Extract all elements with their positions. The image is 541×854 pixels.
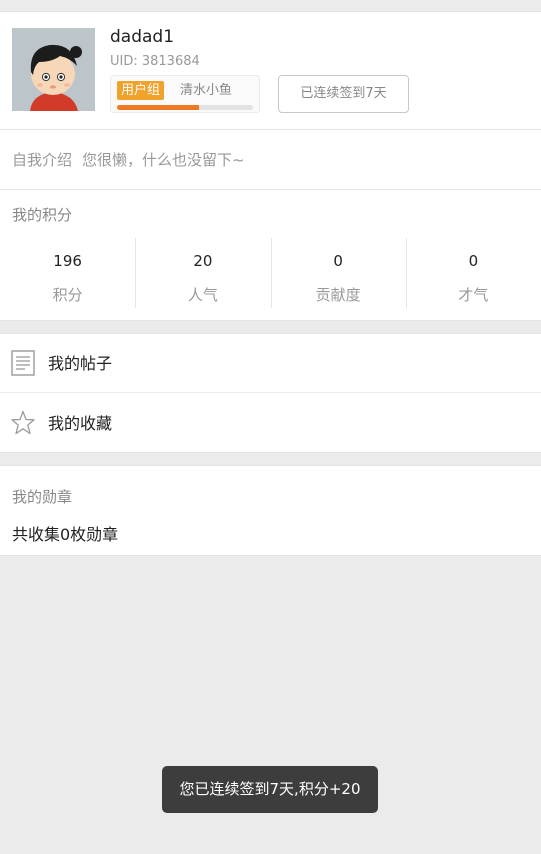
menu-card: 我的帖子 我的收藏 — [0, 333, 541, 453]
stat-label: 贡献度 — [315, 286, 361, 304]
points-title: 我的积分 — [12, 206, 73, 224]
user-uid: UID: 3813684 — [110, 54, 200, 69]
avatar[interactable] — [12, 28, 95, 111]
profile-card: dadad1 UID: 3813684 用户组 清水小鱼 已连续签到7天 — [0, 11, 541, 130]
stat-label: 人气 — [187, 286, 218, 304]
menu-item-label: 我的收藏 — [48, 414, 113, 433]
stat-value: 0 — [468, 252, 479, 270]
star-icon — [11, 410, 35, 436]
menu-item-my-favorites[interactable]: 我的收藏 — [0, 394, 541, 453]
stat-value: 196 — [53, 252, 82, 270]
user-group-progress — [117, 105, 253, 110]
user-group-box: 用户组 清水小鱼 — [110, 75, 260, 113]
medals-count: 共收集0枚勋章 — [12, 525, 119, 544]
stat-label: 积分 — [52, 286, 83, 304]
stat-points[interactable]: 196 积分 — [0, 238, 135, 308]
bio-label: 自我介绍 — [12, 151, 73, 169]
signin-button[interactable]: 已连续签到7天 — [278, 75, 409, 113]
menu-item-label: 我的帖子 — [48, 354, 113, 373]
medals-title: 我的勋章 — [12, 488, 73, 506]
user-group-progress-fill — [117, 105, 199, 110]
toast-message: 您已连续签到7天,积分+20 — [162, 766, 378, 813]
user-group-tag: 用户组 — [117, 81, 165, 100]
bio-text: 您很懒，什么也没留下~ — [82, 151, 245, 169]
stat-popularity[interactable]: 20 人气 — [135, 238, 270, 308]
stat-contribution[interactable]: 0 贡献度 — [270, 238, 406, 308]
document-icon — [11, 350, 35, 376]
menu-item-my-posts[interactable]: 我的帖子 — [0, 334, 541, 393]
stat-value: 0 — [333, 252, 343, 270]
points-section: 我的积分 196 积分 20 人气 0 贡献度 0 才气 — [0, 190, 541, 321]
points-stats: 196 积分 20 人气 0 贡献度 0 才气 — [0, 238, 541, 308]
profile-page: dadad1 UID: 3813684 用户组 清水小鱼 已连续签到7天 自我介… — [0, 0, 541, 854]
user-group-name: 清水小鱼 — [180, 83, 233, 98]
medals-card[interactable]: 我的勋章 共收集0枚勋章 — [0, 465, 541, 556]
stat-label: 才气 — [458, 286, 489, 304]
stat-talent[interactable]: 0 才气 — [405, 238, 541, 308]
avatar-image — [12, 28, 95, 111]
stat-value: 20 — [193, 252, 213, 270]
username: dadad1 — [110, 27, 175, 47]
bio-row[interactable]: 自我介绍 您很懒，什么也没留下~ — [0, 130, 541, 190]
